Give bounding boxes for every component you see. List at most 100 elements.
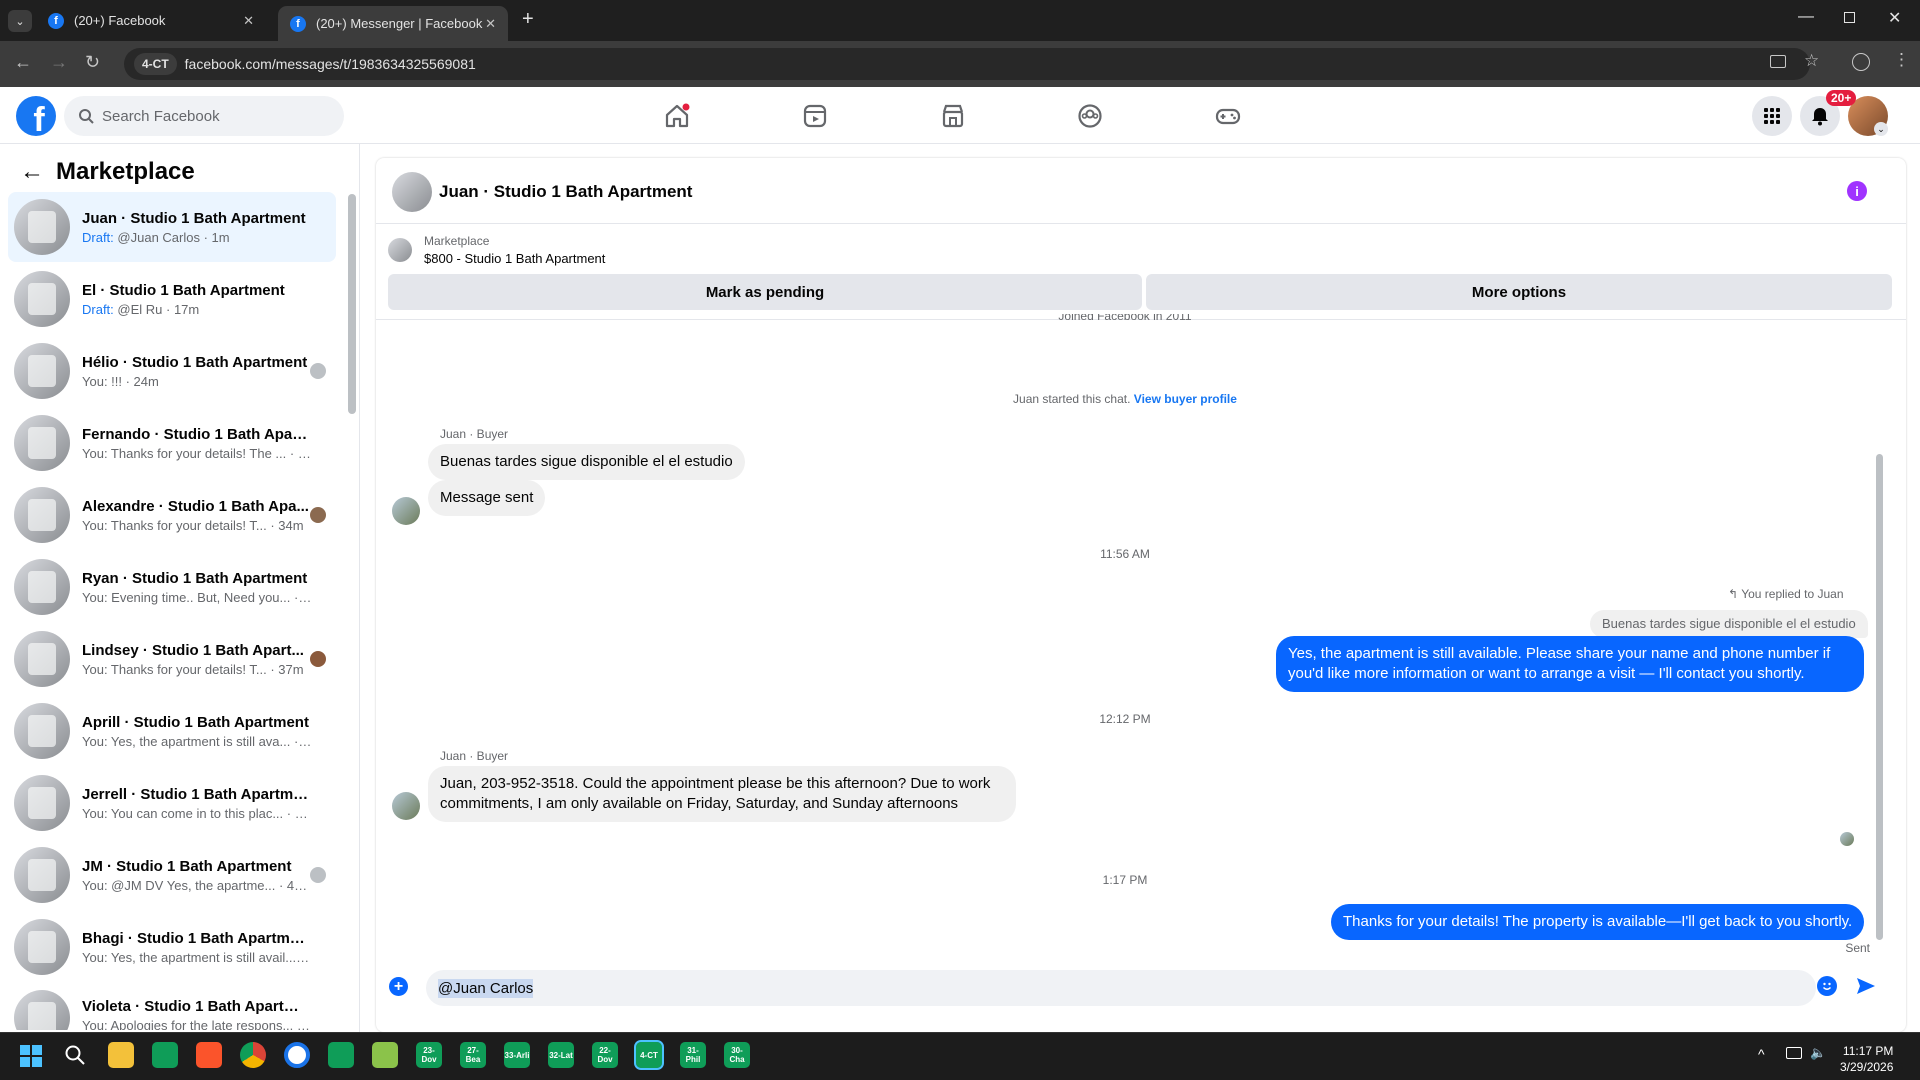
windows-start-icon[interactable]: [20, 1045, 42, 1072]
search-input[interactable]: Search Facebook: [64, 96, 344, 136]
tray-chevron-icon[interactable]: ^: [1758, 1046, 1765, 1062]
restore-icon[interactable]: [1844, 12, 1855, 23]
listing-thumbnail[interactable]: [388, 238, 412, 262]
tab-search-icon[interactable]: ⌄: [8, 10, 32, 32]
sender-label: Juan · Buyer: [440, 427, 509, 441]
outgoing-message[interactable]: Yes, the apartment is still available. P…: [1276, 636, 1864, 692]
view-buyer-profile-link[interactable]: View buyer profile: [1134, 392, 1237, 406]
seen-avatar-icon: [310, 363, 326, 379]
app-icon[interactable]: [284, 1042, 310, 1068]
timestamp: 1:17 PM: [1102, 873, 1148, 887]
avatar: [14, 703, 70, 759]
taskbar-app-tile[interactable]: 33-Arli: [504, 1042, 530, 1068]
browser-tab-messenger[interactable]: f (20+) Messenger | Facebook ✕: [278, 6, 508, 41]
emoji-icon[interactable]: [1817, 976, 1837, 996]
conversation-item[interactable]: Violeta · Studio 1 Bath Apartment You: Ap…: [8, 984, 336, 1030]
taskbar-app-tile[interactable]: 30-Cha: [724, 1042, 750, 1068]
window-close-icon[interactable]: ✕: [1888, 8, 1901, 28]
avatar: [14, 990, 70, 1030]
send-icon[interactable]: [1855, 975, 1877, 1002]
back-arrow-icon[interactable]: ←: [20, 158, 44, 186]
incoming-message[interactable]: Juan, 203-952-3518. Could the appointmen…: [428, 766, 1016, 822]
install-app-icon[interactable]: [1770, 55, 1786, 68]
avatar[interactable]: [392, 792, 420, 820]
avatar[interactable]: [392, 497, 420, 525]
app-icon[interactable]: [152, 1042, 178, 1068]
quoted-message[interactable]: Buenas tardes sigue disponible el el est…: [1590, 610, 1868, 638]
home-icon[interactable]: [661, 100, 693, 132]
incoming-message[interactable]: Buenas tardes sigue disponible el el est…: [428, 444, 745, 480]
marketplace-icon[interactable]: [937, 100, 969, 132]
taskbar-search-icon[interactable]: [64, 1044, 86, 1071]
conversation-item[interactable]: Bhagi · Studio 1 Bath Apartment You: Yes,…: [8, 912, 336, 982]
browser-menu-icon[interactable]: ⋮: [1893, 50, 1910, 70]
conversation-item[interactable]: Lindsey · Studio 1 Bath Apart... You: Tha…: [8, 624, 336, 694]
avatar: [14, 631, 70, 687]
browser-tab-facebook[interactable]: f (20+) Facebook ✕: [36, 0, 266, 41]
taskbar-app-tile[interactable]: 22-Dov: [592, 1042, 618, 1068]
search-icon: [79, 109, 94, 124]
avatar: [14, 487, 70, 543]
notepad-icon[interactable]: [372, 1042, 398, 1068]
groups-icon[interactable]: [1074, 100, 1106, 132]
close-tab-icon[interactable]: ✕: [243, 13, 254, 29]
profile-icon[interactable]: [1852, 53, 1870, 71]
taskbar-app-tile[interactable]: 27-Bea: [460, 1042, 486, 1068]
volume-icon[interactable]: 🔈: [1810, 1045, 1826, 1061]
system-clock[interactable]: 11:17 PM 3/29/2026: [1840, 1043, 1893, 1075]
brave-browser-icon[interactable]: [196, 1042, 222, 1068]
sent-status: Sent: [1845, 941, 1870, 955]
minimize-icon[interactable]: —: [1798, 8, 1814, 26]
info-icon[interactable]: i: [1847, 181, 1867, 201]
conversation-item[interactable]: Alexandre · Studio 1 Bath Apa... You: Tha…: [8, 480, 336, 550]
conversation-item[interactable]: JM · Studio 1 Bath Apartment You: @JM DV …: [8, 840, 336, 910]
avatar[interactable]: [392, 172, 432, 212]
listing-price[interactable]: $800 - Studio 1 Bath Apartment: [424, 251, 605, 266]
menu-grid-icon[interactable]: [1752, 96, 1792, 136]
address-bar[interactable]: 4-CT facebook.com/messages/t/19836343255…: [124, 48, 1810, 80]
app-icon[interactable]: [328, 1042, 354, 1068]
conversation-item[interactable]: El · Studio 1 Bath Apartment Draft: @El R…: [8, 264, 336, 334]
timestamp: 11:56 AM: [1100, 547, 1150, 561]
video-icon[interactable]: [799, 100, 831, 132]
chrome-icon[interactable]: [240, 1042, 266, 1068]
forward-arrow-icon[interactable]: →: [50, 52, 68, 73]
outgoing-message[interactable]: Thanks for your details! The property is…: [1331, 904, 1865, 940]
facebook-logo[interactable]: f: [16, 96, 56, 136]
mark-pending-button[interactable]: Mark as pending: [388, 274, 1142, 310]
replied-to-label: ↰ You replied to Juan: [1728, 587, 1844, 601]
conversation-item[interactable]: Fernando · Studio 1 Bath Apart... You: Th…: [8, 408, 336, 478]
sidebar-scrollbar[interactable]: [348, 194, 356, 414]
chat-header: Juan · Studio 1 Bath Apartment: [376, 158, 1906, 224]
more-options-button[interactable]: More options: [1146, 274, 1892, 310]
file-explorer-icon[interactable]: [108, 1042, 134, 1068]
bookmark-star-icon[interactable]: ☆: [1804, 51, 1819, 71]
reload-icon[interactable]: ↻: [85, 52, 100, 73]
conversation-item[interactable]: Ryan · Studio 1 Bath Apartment You: Eveni…: [8, 552, 336, 622]
add-attachment-icon[interactable]: +: [389, 977, 408, 996]
close-tab-icon[interactable]: ✕: [485, 16, 496, 32]
chevron-down-icon[interactable]: ⌄: [1874, 122, 1888, 136]
back-arrow-icon[interactable]: ←: [14, 52, 32, 73]
taskbar-app-tile[interactable]: 32-Lat: [548, 1042, 574, 1068]
taskbar-app-tile[interactable]: 31-Phil: [680, 1042, 706, 1068]
conversation-item[interactable]: Juan · Studio 1 Bath Apartment Draft: @Ju…: [8, 192, 336, 262]
avatar: [14, 847, 70, 903]
taskbar-app-tile[interactable]: 23-Dov: [416, 1042, 442, 1068]
site-info-chip[interactable]: 4-CT: [134, 53, 177, 75]
taskbar-app-tile[interactable]: 4-CT: [634, 1040, 664, 1070]
chat-scrollbar[interactable]: [1876, 454, 1883, 940]
seen-avatar-icon: [310, 651, 326, 667]
seen-avatar-icon: [310, 507, 326, 523]
notification-badge: 20+: [1826, 90, 1857, 106]
chat-title[interactable]: Juan · Studio 1 Bath Apartment: [439, 182, 692, 202]
gaming-icon[interactable]: [1212, 100, 1244, 132]
conversation-item[interactable]: Jerrell · Studio 1 Bath Apartment You: Yo…: [8, 768, 336, 838]
new-tab-icon[interactable]: +: [522, 8, 534, 31]
incoming-message[interactable]: Message sent: [428, 480, 546, 516]
message-input[interactable]: @Juan Carlos: [426, 970, 1816, 1006]
conversation-item[interactable]: Aprill · Studio 1 Bath Apartment You: Yes…: [8, 696, 336, 766]
network-icon[interactable]: [1786, 1047, 1802, 1059]
conversation-item[interactable]: Hélio · Studio 1 Bath Apartment You: !!! …: [8, 336, 336, 406]
url-text: facebook.com/messages/t/1983634325569081: [184, 56, 476, 72]
